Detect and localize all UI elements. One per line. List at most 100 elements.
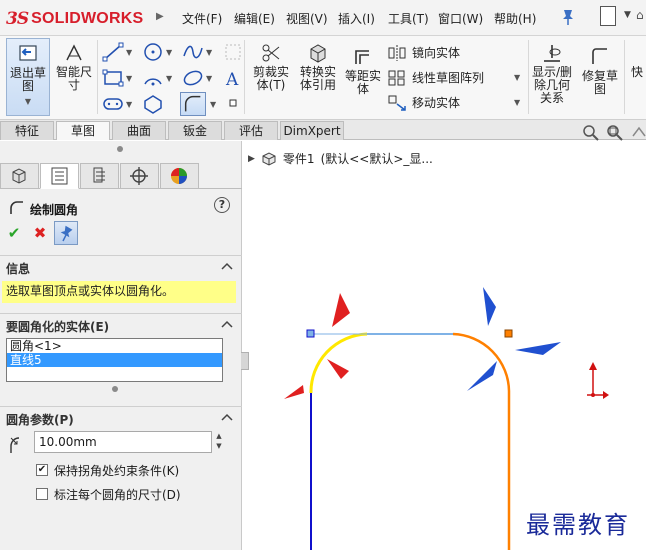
fillet-dropdown-arrow-icon[interactable]: ▼ [210,100,216,109]
menu-help[interactable]: 帮助(H) [494,10,536,27]
convert-entities-label: 转换实体引用 [299,65,336,92]
mirror-entities-button[interactable]: 镜向实体 [388,44,460,61]
cancel-button[interactable]: ✖ [28,221,52,245]
polygon-tool-icon[interactable] [142,94,164,114]
ellipse-dropdown-arrow-icon[interactable]: ▼ [206,74,212,83]
arc-dropdown-arrow-icon[interactable]: ▼ [166,74,172,83]
circle-tool-icon[interactable] [142,42,164,62]
move-dropdown-arrow-icon[interactable]: ▼ [514,98,520,107]
pattern-dropdown-arrow-icon[interactable]: ▼ [514,73,520,82]
command-manager-ribbon: 退出草图 ▼ 智能尺寸 ▼ ▼ ▼ ▼ ▼ ▼ A ▼ ▼ 剪裁实体(T) 转换… [0,36,646,120]
property-manager-header: 绘制圆角 ? [0,193,242,219]
tab-dimxpert-manager[interactable] [120,163,159,189]
sketch-vertex-left[interactable] [306,329,315,338]
menu-tools[interactable]: 工具(T) [388,10,429,27]
text-tool-icon[interactable]: A [222,68,244,88]
keep-constrained-corners-checkbox[interactable]: ✔ [36,464,48,476]
radius-spinner[interactable]: ▲ ▼ [213,431,225,453]
group-entities-to-fillet[interactable]: 要圆角化的实体(E) [0,313,242,335]
spline-dropdown-arrow-icon[interactable]: ▼ [206,48,212,57]
callout-arrow-red-top [332,293,350,327]
entities-selection-list[interactable]: 圆角<1> 直线5 [6,338,223,382]
repair-sketch-icon [592,48,607,64]
fillet-arc-yellow[interactable] [309,332,368,394]
tab-sketch[interactable]: 草图 [56,121,110,140]
pin-menu-icon[interactable] [560,8,576,26]
list-resize-grip[interactable] [112,386,118,392]
tab-configuration-manager[interactable] [80,163,119,189]
property-manager-actions: ✔ ✖ [0,221,242,247]
zoom-to-area-icon[interactable] [606,124,624,142]
arc-tool-icon[interactable] [142,68,164,88]
list-item-selected[interactable]: 直线5 [7,353,222,367]
new-document-icon[interactable] [600,6,616,26]
property-manager-icon [51,167,68,185]
quick-snaps-button[interactable]: 快 [628,66,646,79]
fillet-parameters-header: 圆角参数(P) [6,413,74,427]
ok-button[interactable]: ✔ [2,221,26,245]
tab-dimxpert[interactable]: DimXpert [280,121,344,140]
tab-display-manager[interactable] [160,163,199,189]
line-dropdown-arrow-icon[interactable]: ▼ [126,48,132,57]
new-dropdown-arrow-icon[interactable]: ▼ [624,10,631,20]
exit-sketch-button[interactable]: 退出草图 ▼ [6,38,50,116]
fillet-preview-orange[interactable] [452,332,511,550]
sketch-vertex-right[interactable] [504,329,513,338]
chevron-up-icon[interactable] [220,260,234,272]
menu-edit[interactable]: 编辑(E) [234,10,275,27]
panel-collapse-handle[interactable] [241,352,249,370]
slot-tool-icon[interactable] [102,94,124,114]
move-entities-button[interactable]: 移动实体 [388,94,460,111]
offset-entities-button[interactable]: 等距实体 [344,46,382,96]
help-icon[interactable]: ? [214,197,230,213]
group-fillet-parameters[interactable]: 圆角参数(P) [0,406,242,428]
menu-insert[interactable]: 插入(I) [338,10,375,27]
tab-sheet-metal[interactable]: 钣金 [168,121,222,140]
tab-surfaces[interactable]: 曲面 [112,121,166,140]
home-icon[interactable]: ⌂ [636,8,644,22]
solidworks-logo[interactable]: 3S SOLIDWORKS [6,8,143,30]
tab-feature-manager[interactable] [0,163,39,189]
linear-pattern-button[interactable]: 线性草图阵列 [388,69,484,86]
dimension-each-fillet-checkbox[interactable] [36,488,48,500]
sketch-fillet-tool-icon[interactable] [180,92,206,116]
exit-sketch-arrow-icon[interactable]: ▼ [7,97,49,106]
ellipse-tool-icon[interactable] [182,68,204,88]
ribbon-separator [97,40,98,114]
previous-view-icon[interactable] [630,124,646,142]
rectangle-dropdown-arrow-icon[interactable]: ▼ [126,74,132,83]
slot-dropdown-arrow-icon[interactable]: ▼ [126,100,132,109]
menu-window[interactable]: 窗口(W) [438,10,483,27]
panel-resize-grip[interactable] [117,146,123,152]
point-tool-icon[interactable] [226,96,240,110]
trim-entities-button[interactable]: 剪裁实体(T) [250,42,292,92]
convert-entities-button[interactable]: 转换实体引用 [296,42,340,92]
menu-file[interactable]: 文件(F) [182,10,222,27]
circle-dropdown-arrow-icon[interactable]: ▼ [166,48,172,57]
repair-sketch-button[interactable]: 修复草图 [580,46,620,96]
callout-arrow-blue-low [467,361,497,391]
offset-entities-label: 等距实体 [344,69,381,96]
zoom-to-fit-icon[interactable] [582,124,600,142]
menu-expand-arrow-icon[interactable]: ▶ [156,11,170,25]
rectangle-tool-icon[interactable] [102,68,124,88]
spline-tool-icon[interactable] [182,42,204,62]
fillet-radius-input[interactable]: 10.00mm [34,431,212,453]
line-tool-icon[interactable] [102,42,124,62]
menu-view[interactable]: 视图(V) [286,10,328,27]
chevron-up-icon[interactable] [220,318,234,330]
callout-arrow-blue-top [483,287,496,326]
group-message[interactable]: 信息 [0,255,242,277]
show-relations-button[interactable]: 显示/删除几何关系 [530,42,574,105]
keep-visible-pin-button[interactable] [54,221,78,245]
tab-property-manager[interactable] [40,163,79,189]
trim-entities-label: 剪裁实体(T) [252,65,289,92]
heads-up-toolbar [582,124,646,142]
chevron-up-icon[interactable] [220,411,234,423]
tab-features[interactable]: 特征 [0,121,54,140]
tab-evaluate[interactable]: 评估 [224,121,278,140]
list-item[interactable]: 圆角<1> [7,339,222,353]
trim-entities-icon [262,44,280,62]
smart-dimension-button[interactable]: 智能尺寸 [54,42,94,92]
dimension-each-fillet-label: 标注每个圆角的尺寸(D) [54,488,181,502]
